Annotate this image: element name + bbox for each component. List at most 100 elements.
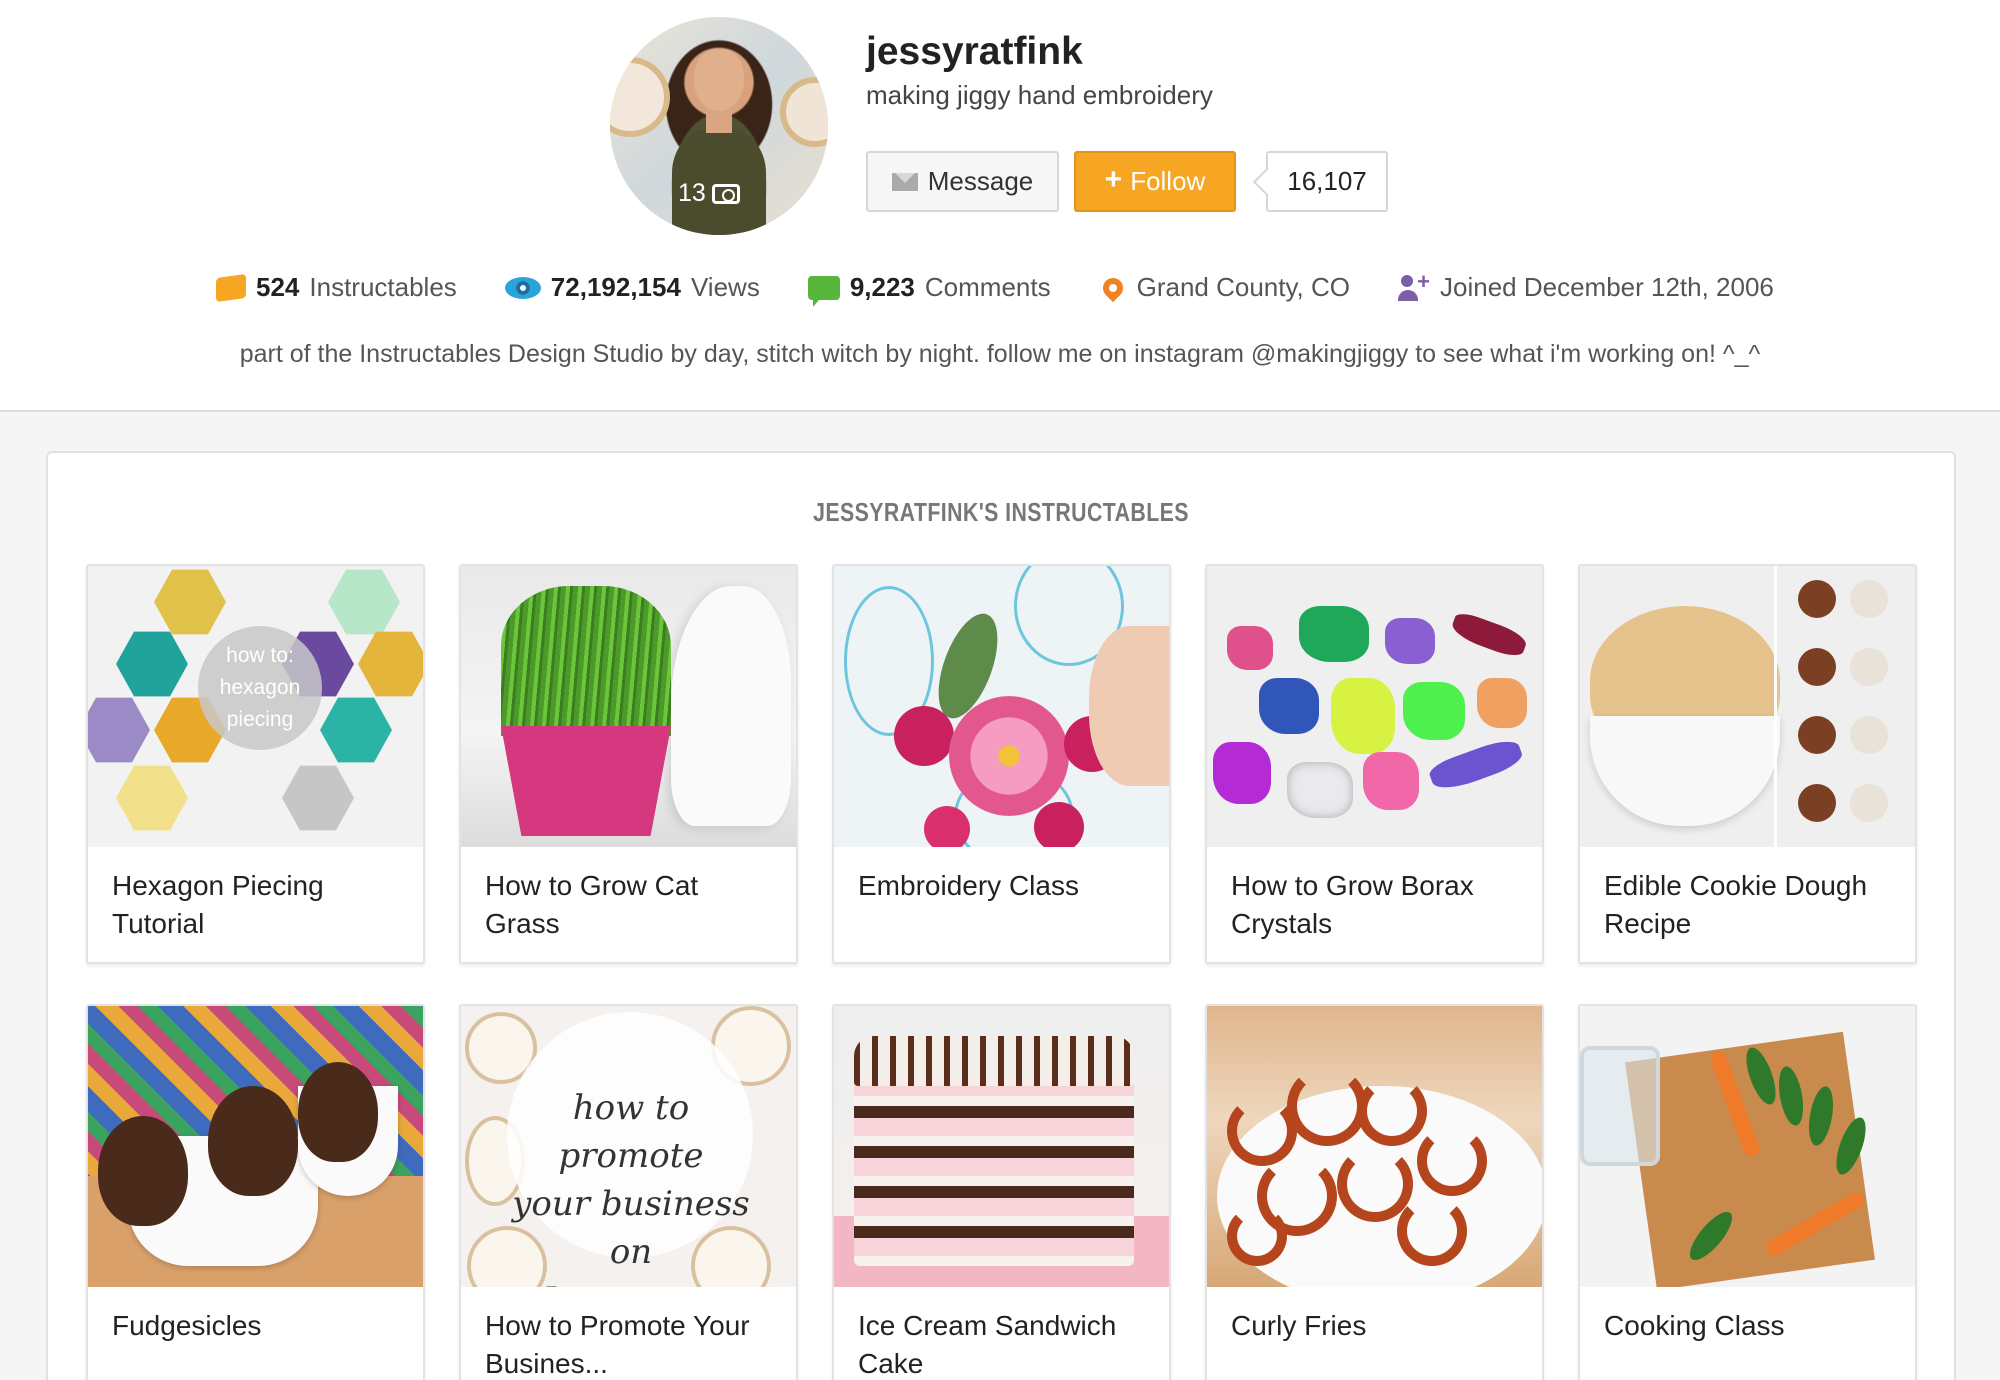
fry-shape — [1357, 1076, 1427, 1146]
instructable-thumbnail[interactable] — [88, 1006, 423, 1287]
hexagon-shape — [116, 765, 188, 831]
truffle-shape — [1850, 580, 1888, 618]
hexagon-shape — [328, 569, 400, 635]
instructable-title[interactable]: Cooking Class — [1580, 1287, 1915, 1345]
crystal-shape — [1426, 734, 1526, 796]
instructables-panel: JESSYRATFINK'S INSTRUCTABLES how to: hex… — [46, 451, 1956, 1380]
envelope-icon — [891, 172, 918, 191]
instructables-count: 524 — [256, 272, 300, 302]
message-button[interactable]: Message — [866, 151, 1059, 212]
instructable-thumbnail[interactable] — [1580, 1006, 1915, 1287]
instructable-thumbnail[interactable] — [834, 1006, 1169, 1287]
instructable-title[interactable]: How to Grow Borax Crystals — [1207, 847, 1542, 943]
comments-count: 9,223 — [849, 272, 915, 302]
fudgesicle-shape — [98, 1116, 188, 1226]
instructable-card[interactable]: Cooking Class — [1578, 1004, 1917, 1380]
instructable-title[interactable]: Ice Cream Sandwich Cake — [834, 1287, 1169, 1380]
message-button-label: Message — [927, 166, 1034, 196]
stat-location: Grand County, CO — [1098, 272, 1350, 303]
truffle-shape — [1798, 580, 1836, 618]
flower-shape — [1034, 802, 1084, 847]
instructable-thumbnail[interactable]: how to: hexagon piecing — [88, 566, 423, 847]
crystal-shape — [1363, 752, 1419, 810]
profile-avatar[interactable]: 13 — [610, 17, 828, 235]
instructable-card[interactable]: Fudgesicles — [86, 1004, 425, 1380]
hand-shape — [1089, 626, 1169, 786]
instructable-card[interactable]: How to Grow Borax Crystals — [1205, 564, 1544, 964]
crystal-shape — [1477, 678, 1527, 728]
views-count: 72,192,154 — [550, 272, 681, 302]
fry-shape — [1287, 1066, 1367, 1146]
cat-shape — [671, 586, 791, 826]
camera-icon — [711, 183, 740, 204]
avatar-hoop-right — [780, 77, 828, 147]
crystal-shape — [1331, 678, 1395, 754]
overlay-line: how to: — [226, 644, 294, 667]
flower-shape — [949, 696, 1069, 816]
instructable-thumbnail[interactable] — [834, 566, 1169, 847]
fudgesicle-shape — [208, 1086, 298, 1196]
profile-stats: 524 Instructables 72,192,154 Views 9,223… — [216, 269, 1774, 307]
profile-tagline: making jiggy hand embroidery — [866, 80, 1213, 110]
hexagon-shape — [282, 765, 354, 831]
chocolate-drizzle-shape — [854, 1036, 1134, 1086]
instructable-title[interactable]: Edible Cookie Dough Recipe — [1580, 847, 1915, 943]
stat-instructables[interactable]: 524 Instructables — [216, 272, 457, 303]
avatar-photo-count-value: 13 — [678, 179, 706, 207]
image-divider — [1774, 566, 1777, 847]
instructable-thumbnail[interactable]: how to promote your business on Instagra… — [461, 1006, 796, 1287]
stat-comments[interactable]: 9,223 Comments — [807, 272, 1051, 307]
hexagon-shape — [320, 697, 392, 763]
instructable-thumbnail[interactable] — [461, 566, 796, 847]
fry-shape — [1227, 1206, 1287, 1266]
comments-icon — [807, 275, 840, 307]
instructable-card[interactable]: Embroidery Class — [832, 564, 1171, 964]
instructables-heading: JESSYRATFINK'S INSTRUCTABLES — [813, 497, 1189, 527]
plus-icon: + — [1104, 163, 1123, 196]
truffle-shape — [1850, 648, 1888, 686]
instructable-card[interactable]: how to promote your business on Instagra… — [459, 1004, 798, 1380]
joined-text: Joined December 12th, 2006 — [1440, 272, 1774, 302]
crystal-shape — [1259, 678, 1319, 734]
stat-joined: Joined December 12th, 2006 — [1398, 269, 1774, 303]
avatar-photo-count[interactable]: 13 — [678, 179, 740, 208]
follower-count[interactable]: 16,107 — [1266, 151, 1388, 212]
follow-button-label: Follow — [1130, 166, 1206, 196]
bowl-shape — [1590, 716, 1780, 826]
instructable-title[interactable]: Fudgesicles — [88, 1287, 423, 1345]
instructables-grid: how to: hexagon piecing Hexagon Piecing … — [86, 564, 1917, 1380]
instructable-title[interactable]: Embroidery Class — [834, 847, 1169, 905]
thumbnail-overlay-text: how to: hexagon piecing — [198, 626, 322, 750]
instructable-card[interactable]: Ice Cream Sandwich Cake — [832, 1004, 1171, 1380]
instructable-title[interactable]: How to Grow Cat Grass — [461, 847, 796, 943]
instructable-card[interactable]: Edible Cookie Dough Recipe — [1578, 564, 1917, 964]
flower-shape — [924, 806, 970, 847]
instructable-card[interactable]: Curly Fries — [1205, 1004, 1544, 1380]
instructable-thumbnail[interactable] — [1207, 566, 1542, 847]
instructables-label: Instructables — [309, 272, 457, 302]
crystal-shape — [1448, 609, 1530, 661]
instructable-card[interactable]: How to Grow Cat Grass — [459, 564, 798, 964]
hexagon-shape — [358, 631, 423, 697]
overlay-line: your business on — [512, 1184, 750, 1272]
instructable-title[interactable]: How to Promote Your Busines... — [461, 1287, 796, 1380]
crystal-shape — [1385, 618, 1435, 664]
instructable-title[interactable]: Hexagon Piecing Tutorial — [88, 847, 423, 943]
instructable-title[interactable]: Curly Fries — [1207, 1287, 1542, 1345]
profile-username: jessyratfink — [866, 30, 1083, 73]
add-user-icon — [1398, 269, 1430, 301]
overlay-line: Instagram — [501, 1276, 761, 1287]
pot-shape — [501, 726, 671, 836]
hexagon-shape — [88, 697, 150, 763]
truffle-shape — [1850, 784, 1888, 822]
truffle-shape — [1798, 648, 1836, 686]
crystal-shape — [1227, 626, 1273, 670]
instructable-thumbnail[interactable] — [1207, 1006, 1542, 1287]
fry-shape — [1417, 1126, 1487, 1196]
stat-views: 72,192,154 Views — [504, 272, 760, 303]
instructable-thumbnail[interactable] — [1580, 566, 1915, 847]
views-label: Views — [690, 272, 760, 302]
instructable-card[interactable]: how to: hexagon piecing Hexagon Piecing … — [86, 564, 425, 964]
crystal-shape — [1213, 742, 1271, 804]
follow-button[interactable]: + Follow — [1074, 151, 1236, 212]
